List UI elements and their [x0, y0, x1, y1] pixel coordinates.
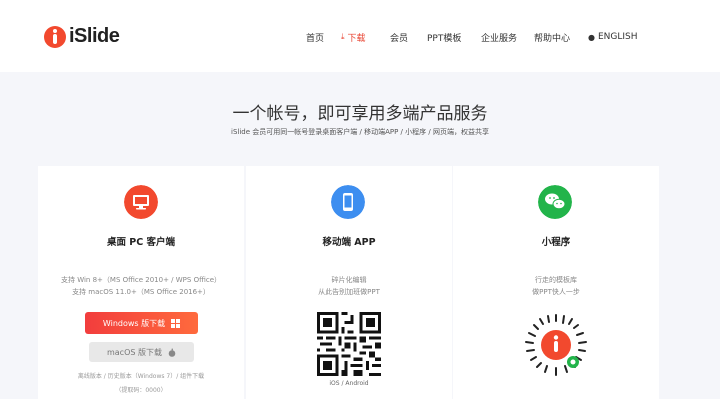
desktop-icon: [124, 185, 158, 219]
islide-logo-icon: [44, 25, 66, 48]
macos-download-button[interactable]: macOS 版下载: [89, 342, 194, 362]
hero-title: 一个帐号，即可享用多端产品服务: [232, 104, 488, 124]
nav-download[interactable]: ⤓ 下载: [341, 31, 366, 44]
mini-program-code: [523, 312, 589, 378]
card-mobile-app: 移动端 APP 碎片化编辑 从此告别加班做PPT iOS / Android: [246, 166, 452, 399]
nav-enterprise[interactable]: 企业服务: [481, 31, 517, 44]
nav-english[interactable]: ● ENGLISH: [588, 31, 638, 43]
extraction-code: （提取码：0000）: [115, 387, 167, 394]
mini-desc-line1: 行走的模板库: [535, 276, 577, 284]
app-desc-line1: 碎片化编辑: [331, 276, 367, 284]
desktop-req-win: 支持 Win 8+（MS Office 2010+ / WPS Office）: [60, 276, 221, 284]
globe-icon: ●: [588, 32, 595, 42]
windows-download-button[interactable]: Windows 版下载: [85, 312, 198, 334]
mini-desc-line2: 做PPT快人一步: [532, 288, 580, 296]
brand-logo[interactable]: iSlide: [44, 25, 120, 48]
nav-help-center[interactable]: 帮助中心: [534, 31, 570, 44]
windows-download-label: Windows 版下载: [102, 318, 166, 328]
brand-name: iSlide: [69, 25, 120, 47]
offline-version-links[interactable]: 离线版本 / 历史版本（Windows 7）/ 组件下载: [38, 371, 244, 380]
macos-download-label: macOS 版下载: [106, 347, 162, 357]
nav-ppt-templates[interactable]: PPT模板: [427, 31, 461, 44]
nav-english-label: ENGLISH: [597, 32, 638, 42]
nav-download-label: 下载: [347, 33, 366, 44]
app-desc-line2: 从此告别加班做PPT: [318, 288, 380, 296]
card-mini-program: 小程序 行走的模板库 做PPT快人一步: [453, 166, 659, 399]
nav-membership[interactable]: 会员: [390, 31, 408, 44]
wechat-icon: [538, 185, 572, 219]
apple-icon: [168, 348, 176, 357]
card-app-title: 移动端 APP: [322, 237, 376, 248]
app-download-qr-code: [317, 312, 381, 376]
mobile-phone-icon: [331, 185, 365, 219]
windows-icon: [171, 318, 181, 328]
card-desktop: 桌面 PC 客户端 支持 Win 8+（MS Office 2010+ / WP…: [38, 166, 244, 399]
card-mini-program-title: 小程序: [541, 237, 571, 248]
top-header: iSlide 首页 ⤓ 下载 会员 PPT模板 企业服务 帮助中心 ● ENGL…: [0, 0, 720, 72]
nav-home[interactable]: 首页: [306, 31, 324, 44]
desktop-req-mac: 支持 macOS 11.0+（MS Office 2016+）: [72, 288, 210, 296]
hero-subtitle: iSlide 会员可用同一帐号登录桌面客户端 / 移动端APP / 小程序 / …: [231, 128, 489, 136]
app-platforms-caption: iOS / Android: [329, 380, 369, 387]
card-desktop-title: 桌面 PC 客户端: [106, 237, 176, 248]
download-icon: ⤓: [341, 32, 345, 41]
